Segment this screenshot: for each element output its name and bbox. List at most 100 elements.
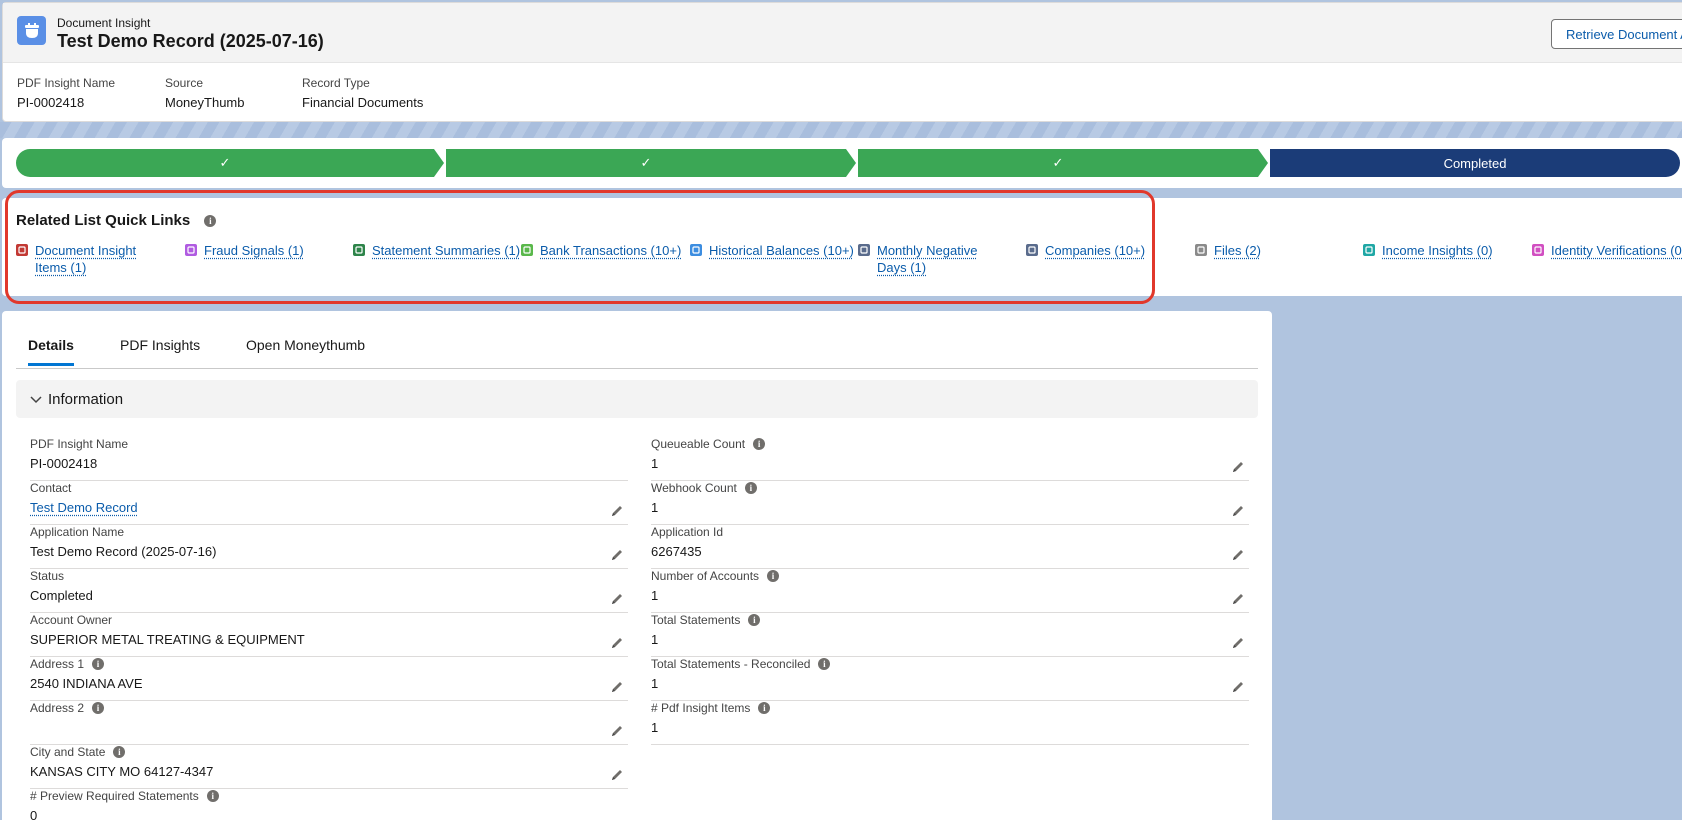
edit-pencil-icon[interactable] bbox=[1231, 680, 1245, 694]
check-icon: ✓ bbox=[219, 155, 231, 170]
field-city-and-state: City and State i KANSAS CITY MO 64127-4347 bbox=[30, 745, 628, 789]
quick-link-label-line2[interactable]: Items (1) bbox=[35, 259, 136, 276]
field-value[interactable]: Test Demo Record bbox=[30, 500, 628, 515]
field-label: City and State i bbox=[30, 745, 628, 759]
quick-link-icon bbox=[1195, 244, 1207, 256]
quick-link-item[interactable]: Files (2) bbox=[1195, 242, 1261, 259]
info-icon[interactable]: i bbox=[92, 658, 105, 670]
info-icon[interactable]: i bbox=[744, 482, 757, 494]
quick-link-text: Income Insights (0) bbox=[1382, 242, 1493, 259]
record-title: Test Demo Record (2025-07-16) bbox=[57, 31, 324, 51]
path-chevron bbox=[1258, 149, 1268, 177]
field-label: Application Id bbox=[651, 525, 1249, 539]
quick-link-text: Document Insight Items (1) bbox=[35, 242, 136, 276]
quick-link-label[interactable]: Identity Verifications (0) bbox=[1551, 242, 1682, 259]
info-icon[interactable]: i bbox=[206, 790, 219, 802]
edit-pencil-icon[interactable] bbox=[1231, 548, 1245, 562]
highlight-pdf-insight-name: PDF Insight Name PI-0002418 bbox=[17, 76, 115, 110]
quick-link-label[interactable]: Bank Transactions (10+) bbox=[540, 242, 681, 259]
edit-pencil-icon[interactable] bbox=[1231, 592, 1245, 606]
field-label-text: Address 1 bbox=[30, 657, 85, 671]
field-value: 1 bbox=[651, 676, 659, 691]
info-icon[interactable]: i bbox=[748, 614, 761, 626]
info-icon[interactable]: i bbox=[767, 570, 780, 582]
quick-link-item[interactable]: Historical Balances (10+) bbox=[690, 242, 854, 259]
quick-link-label[interactable]: Historical Balances (10+) bbox=[709, 242, 854, 259]
section-information[interactable]: Information bbox=[16, 380, 1258, 418]
quick-link-item[interactable]: Identity Verifications (0) bbox=[1532, 242, 1682, 259]
quick-link-label[interactable]: Statement Summaries (1) bbox=[372, 242, 520, 259]
field-label: Total Statements i bbox=[651, 613, 1249, 627]
quick-link-text: Statement Summaries (1) bbox=[372, 242, 520, 259]
quick-link-item[interactable]: Companies (10+) bbox=[1026, 242, 1145, 259]
path-step-1[interactable]: ✓ bbox=[16, 149, 434, 177]
field-application-id: Application Id 6267435 bbox=[651, 525, 1249, 569]
quick-link-icon bbox=[521, 244, 533, 256]
edit-pencil-icon[interactable] bbox=[610, 768, 624, 782]
field-pdf-insight-name: PDF Insight Name PI-0002418 bbox=[30, 437, 628, 481]
quick-link-label[interactable]: Document Insight bbox=[35, 242, 136, 259]
quick-link-item[interactable]: Income Insights (0) bbox=[1363, 242, 1493, 259]
info-icon[interactable]: i bbox=[204, 215, 217, 228]
object-label: Document Insight bbox=[57, 16, 151, 30]
quick-link-icon bbox=[1363, 244, 1375, 256]
quick-link-item[interactable]: Document Insight Items (1) bbox=[16, 242, 136, 276]
tab-pdf-insights[interactable]: PDF Insights bbox=[120, 337, 200, 363]
field-pdf-insight-items: # Pdf Insight Items i 1 bbox=[651, 701, 1249, 745]
quick-link-item[interactable]: Bank Transactions (10+) bbox=[521, 242, 681, 259]
quick-link-item[interactable]: Statement Summaries (1) bbox=[353, 242, 520, 259]
field-value: 0 bbox=[30, 808, 38, 820]
edit-pencil-icon[interactable] bbox=[610, 636, 624, 650]
quick-link-label[interactable]: Fraud Signals (1) bbox=[204, 242, 304, 259]
path-step-3[interactable]: ✓ bbox=[858, 149, 1258, 177]
edit-pencil-icon[interactable] bbox=[610, 548, 624, 562]
field-preview-required-statements: # Preview Required Statements i 0 bbox=[30, 789, 628, 820]
info-icon[interactable]: i bbox=[818, 658, 831, 670]
info-icon[interactable]: i bbox=[758, 702, 771, 714]
retrieve-document-button[interactable]: Retrieve Document Analysis bbox=[1551, 19, 1682, 49]
header-banner bbox=[0, 122, 1682, 138]
edit-pencil-icon[interactable] bbox=[610, 680, 624, 694]
quick-link-label-line2[interactable]: Days (1) bbox=[877, 259, 977, 276]
edit-pencil-icon[interactable] bbox=[610, 592, 624, 606]
field-label-text: Address 2 bbox=[30, 701, 85, 715]
field-label: Queueable Count i bbox=[651, 437, 1249, 451]
info-icon[interactable]: i bbox=[753, 438, 766, 450]
quick-link-label[interactable]: Files (2) bbox=[1214, 242, 1261, 259]
info-icon[interactable]: i bbox=[113, 746, 126, 758]
quick-link-text: Files (2) bbox=[1214, 242, 1261, 259]
highlight-label: Record Type bbox=[302, 76, 370, 90]
field-value: 2540 INDIANA AVE bbox=[30, 676, 143, 691]
details-card: Details PDF Insights Open Moneythumb Inf… bbox=[2, 311, 1272, 820]
path-step-current[interactable]: Completed bbox=[1270, 149, 1680, 177]
quick-link-item[interactable]: Fraud Signals (1) bbox=[185, 242, 304, 259]
highlight-label: Source bbox=[165, 76, 204, 90]
edit-pencil-icon[interactable] bbox=[610, 724, 624, 738]
edit-pencil-icon[interactable] bbox=[1231, 460, 1245, 474]
header-top: Document Insight Test Demo Record (2025-… bbox=[3, 3, 1682, 63]
field-label-text: Number of Accounts bbox=[651, 569, 760, 583]
field-label-text: # Pdf Insight Items bbox=[651, 701, 751, 715]
field-label-text: Webhook Count bbox=[651, 481, 737, 495]
field-label: Status bbox=[30, 569, 628, 583]
path-step-2[interactable]: ✓ bbox=[446, 149, 846, 177]
quick-link-label[interactable]: Income Insights (0) bbox=[1382, 242, 1493, 259]
tab-open-moneythumb[interactable]: Open Moneythumb bbox=[246, 337, 365, 363]
quick-link-text: Historical Balances (10+) bbox=[709, 242, 854, 259]
field-value: 1 bbox=[651, 720, 659, 735]
quick-link-label[interactable]: Companies (10+) bbox=[1045, 242, 1145, 259]
quick-link-label[interactable]: Monthly Negative bbox=[877, 242, 977, 259]
tab-details[interactable]: Details bbox=[28, 337, 74, 366]
section-title: Information bbox=[48, 390, 124, 408]
quick-link-item[interactable]: Monthly Negative Days (1) bbox=[858, 242, 977, 276]
field-value: 1 bbox=[651, 588, 659, 603]
path-chevron bbox=[846, 149, 856, 177]
edit-pencil-icon[interactable] bbox=[1231, 636, 1245, 650]
quick-link-text: Identity Verifications (0) bbox=[1551, 242, 1682, 259]
field-total-statements-reconciled: Total Statements - Reconciled i 1 bbox=[651, 657, 1249, 701]
highlight-record-type: Record Type Financial Documents bbox=[302, 76, 423, 110]
edit-pencil-icon[interactable] bbox=[610, 504, 624, 518]
edit-pencil-icon[interactable] bbox=[1231, 504, 1245, 518]
check-icon: ✓ bbox=[640, 155, 652, 170]
info-icon[interactable]: i bbox=[92, 702, 105, 714]
